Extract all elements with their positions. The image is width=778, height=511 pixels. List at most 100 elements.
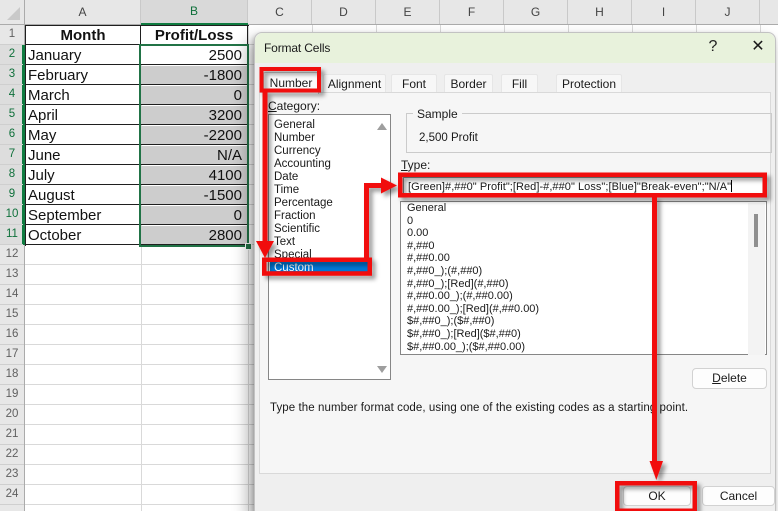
help-icon[interactable]: ?: [704, 33, 722, 63]
text-caret: [731, 180, 732, 192]
scroll-up-icon[interactable]: [377, 123, 387, 130]
format-code-item[interactable]: #,##0_);(#,##0): [402, 265, 742, 278]
tab-protection[interactable]: Protection: [556, 74, 622, 92]
category-item-special[interactable]: Special: [270, 249, 371, 262]
cell-a9[interactable]: August: [26, 186, 141, 205]
row-header-20[interactable]: 20: [0, 405, 24, 425]
cell-b1[interactable]: Profit/Loss: [141, 26, 248, 45]
category-listbox[interactable]: General Number Currency Accounting Date …: [268, 114, 391, 380]
cell-a5[interactable]: April: [26, 106, 141, 125]
format-codes-listbox[interactable]: General 0 0.00 #,##0 #,##0.00 #,##0_);(#…: [400, 201, 767, 355]
cell-a10[interactable]: September: [26, 206, 141, 225]
row-header-21[interactable]: 21: [0, 425, 24, 445]
delete-button[interactable]: Delete: [692, 368, 767, 389]
category-item-currency[interactable]: Currency: [270, 145, 371, 158]
cell-a7[interactable]: June: [26, 146, 141, 165]
column-header-f[interactable]: F: [440, 0, 504, 24]
cell-a3[interactable]: February: [26, 66, 141, 85]
tab-border[interactable]: Border: [444, 74, 493, 92]
cell-a8[interactable]: July: [26, 166, 141, 185]
format-code-item[interactable]: 0: [402, 215, 742, 228]
row-header-12[interactable]: 12: [0, 245, 24, 265]
column-header-g[interactable]: G: [504, 0, 568, 24]
row-header-4[interactable]: 4: [0, 85, 24, 105]
category-item-text[interactable]: Text: [270, 236, 371, 249]
cell-b7[interactable]: N/A: [141, 146, 248, 165]
format-code-item[interactable]: #,##0_);[Red](#,##0): [402, 278, 742, 291]
column-header-e[interactable]: E: [376, 0, 440, 24]
tab-fill[interactable]: Fill: [501, 74, 538, 92]
close-icon[interactable]: ✕: [748, 33, 768, 63]
row-header-17[interactable]: 17: [0, 345, 24, 365]
category-item-fraction[interactable]: Fraction: [270, 210, 371, 223]
column-header-c[interactable]: C: [248, 0, 312, 24]
format-code-item[interactable]: #,##0.00: [402, 252, 742, 265]
category-item-percentage[interactable]: Percentage: [270, 197, 371, 210]
row-header-5[interactable]: 5: [0, 105, 24, 125]
row-header-13[interactable]: 13: [0, 265, 24, 285]
format-code-item[interactable]: $#,##0_);[Red]($#,##0): [402, 328, 742, 341]
row-header-10[interactable]: 10: [0, 205, 24, 225]
cell-a6[interactable]: May: [26, 126, 141, 145]
row-header-7[interactable]: 7: [0, 145, 24, 165]
row-header-15[interactable]: 15: [0, 305, 24, 325]
column-header-b[interactable]: B: [141, 0, 248, 25]
tab-number[interactable]: Number: [263, 72, 319, 94]
cell-b2[interactable]: 2500: [141, 46, 248, 65]
column-header-h[interactable]: H: [568, 0, 632, 24]
format-code-item[interactable]: #,##0.00_);[Red](#,##0.00): [402, 303, 742, 316]
scrollbar-thumb[interactable]: [754, 214, 758, 247]
category-item-number[interactable]: Number: [270, 132, 371, 145]
cancel-button[interactable]: Cancel: [702, 486, 775, 506]
scroll-down-icon[interactable]: [377, 366, 387, 373]
category-item-scientific[interactable]: Scientific: [270, 223, 371, 236]
cell-b8[interactable]: 4100: [141, 166, 248, 185]
fill-handle[interactable]: [245, 243, 252, 250]
column-header-a[interactable]: A: [25, 0, 141, 24]
cell-a1[interactable]: Month: [26, 26, 141, 45]
category-item-accounting[interactable]: Accounting: [270, 158, 371, 171]
format-code-item[interactable]: General: [402, 202, 742, 215]
category-item-custom[interactable]: Custom: [270, 262, 371, 275]
format-code-item[interactable]: $#,##0.00_);($#,##0.00): [402, 341, 742, 354]
row-header-11[interactable]: 11: [0, 225, 24, 245]
row-header-9[interactable]: 9: [0, 185, 24, 205]
cell-b11[interactable]: 2800: [141, 226, 248, 245]
category-item-date[interactable]: Date: [270, 171, 371, 184]
row-header-1[interactable]: 1: [0, 25, 24, 45]
row-header-14[interactable]: 14: [0, 285, 24, 305]
cell-b6[interactable]: -2200: [141, 126, 248, 145]
cell-b4[interactable]: 0: [141, 86, 248, 105]
row-header-18[interactable]: 18: [0, 365, 24, 385]
row-header-22[interactable]: 22: [0, 445, 24, 465]
column-header-i[interactable]: I: [632, 0, 696, 24]
cell-a4[interactable]: March: [26, 86, 141, 105]
row-header-19[interactable]: 19: [0, 385, 24, 405]
format-code-item[interactable]: $#,##0_);($#,##0): [402, 315, 742, 328]
row-header-16[interactable]: 16: [0, 325, 24, 345]
format-code-item[interactable]: 0.00: [402, 227, 742, 240]
row-header-8[interactable]: 8: [0, 165, 24, 185]
select-all-corner[interactable]: [0, 0, 25, 25]
cell-b10[interactable]: 0: [141, 206, 248, 225]
tab-font[interactable]: Font: [391, 74, 437, 92]
cell-b9[interactable]: -1500: [141, 186, 248, 205]
row-header-24[interactable]: 24: [0, 485, 24, 505]
cell-b5[interactable]: 3200: [141, 106, 248, 125]
cell-a11[interactable]: October: [26, 226, 141, 245]
category-item-time[interactable]: Time: [270, 184, 371, 197]
type-input[interactable]: [Green]#,##0" Profit";[Red]-#,##0" Loss"…: [403, 177, 765, 197]
ok-button[interactable]: OK: [623, 486, 691, 506]
tab-alignment[interactable]: Alignment: [323, 74, 386, 92]
format-code-item[interactable]: #,##0.00_);(#,##0.00): [402, 290, 742, 303]
column-header-d[interactable]: D: [312, 0, 376, 24]
column-header-j[interactable]: J: [696, 0, 760, 24]
row-header-3[interactable]: 3: [0, 65, 24, 85]
category-item-general[interactable]: General: [270, 119, 371, 132]
row-header-23[interactable]: 23: [0, 465, 24, 485]
cell-a2[interactable]: January: [26, 46, 141, 65]
format-code-item[interactable]: #,##0: [402, 240, 742, 253]
cell-b3[interactable]: -1800: [141, 66, 248, 85]
row-header-6[interactable]: 6: [0, 125, 24, 145]
row-header-2[interactable]: 2: [0, 45, 24, 65]
